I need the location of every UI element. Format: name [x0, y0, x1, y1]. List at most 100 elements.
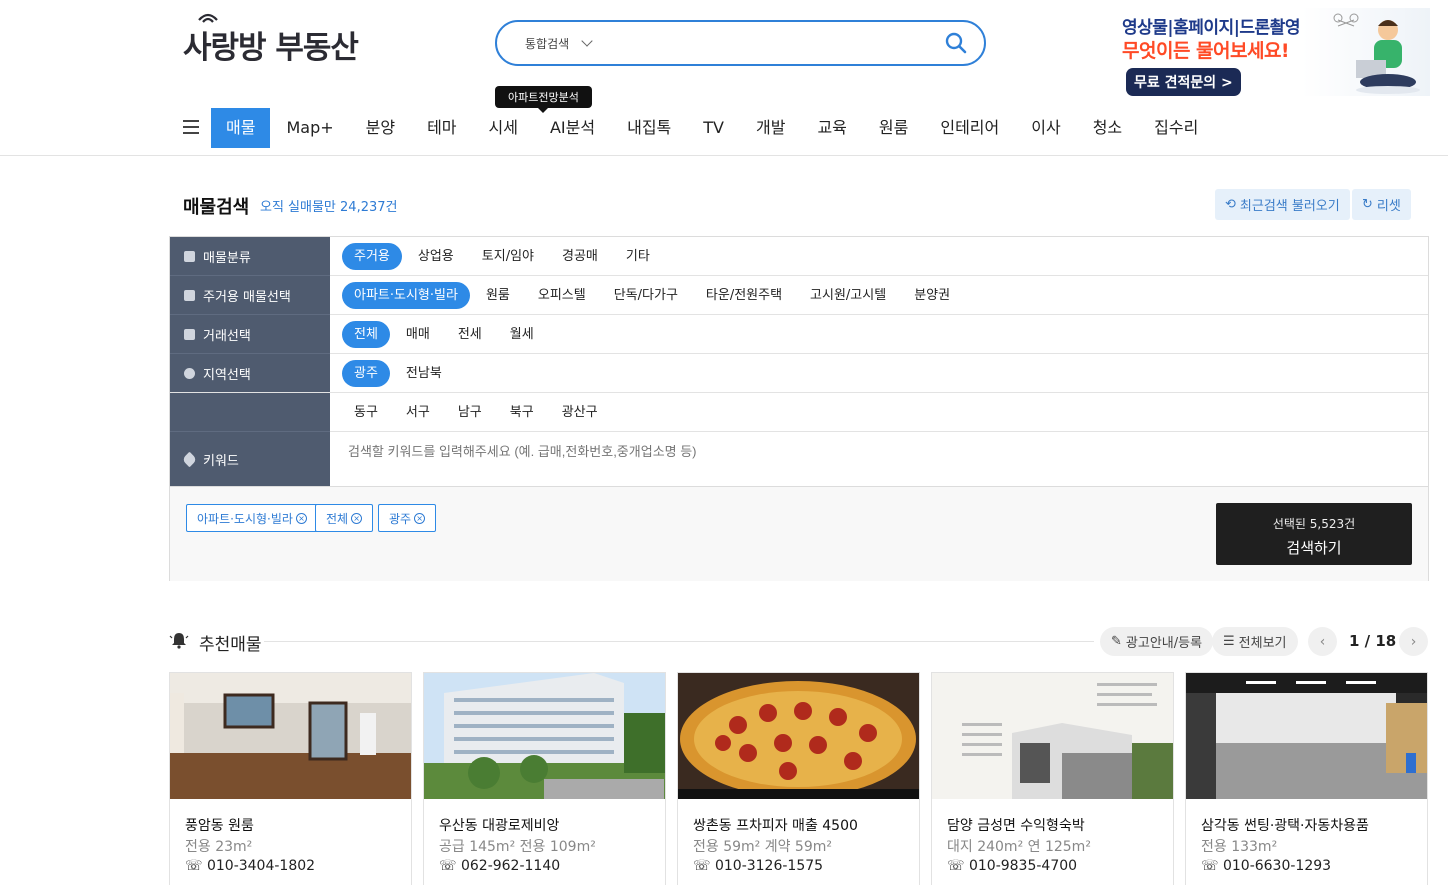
close-icon[interactable]: ×	[414, 512, 426, 524]
main-nav: 매물 Map+ 분양 테마 시세 AI분석 내집톡 TV 개발 교육 원룸 인테리어 이사 청소 집수리	[0, 108, 1448, 156]
filter-options: 전체 매매 전세 월세	[342, 321, 546, 348]
filter-option[interactable]: 남구	[446, 399, 494, 426]
nav-item[interactable]: 분양	[350, 108, 411, 148]
filter-option[interactable]: 기타	[614, 243, 662, 270]
filter-option[interactable]: 광산구	[550, 399, 610, 426]
filter-row: 주거용 매물선택 아파트·도시형·빌라 원룸 오피스텔 단독/다가구 타운/전원주택 고시원…	[170, 276, 1428, 315]
listing-title: 삼각동 썬팅·광택·자동차용품	[1201, 818, 1369, 834]
nav-item[interactable]: 시세	[473, 108, 534, 148]
close-icon[interactable]: ×	[351, 512, 363, 524]
filter-option[interactable]: 주거용	[342, 243, 402, 270]
filter-option[interactable]: 타운/전원주택	[694, 282, 794, 309]
nav-item[interactable]: Map+	[270, 108, 349, 148]
filter-option[interactable]: 서구	[394, 399, 442, 426]
nav-item[interactable]: 이사	[1015, 108, 1076, 148]
search-input[interactable]	[603, 35, 944, 51]
listing-card[interactable]: 우산동 대광로제비앙 공급 145m² 전용 109m² ☏ 062-962-114…	[423, 672, 666, 885]
nav-item[interactable]: 인테리어	[924, 108, 1015, 148]
filter-option[interactable]: 전체	[342, 321, 390, 348]
filter-row: 매물분류 주거용 상업용 토지/임야 경공매 기타	[170, 237, 1428, 276]
pencil-icon: ✎	[1111, 634, 1122, 649]
filter-option[interactable]: 토지/임야	[470, 243, 546, 270]
filter-option[interactable]: 원룸	[474, 282, 522, 309]
logo-main: 사랑방	[183, 29, 267, 66]
filter-chip[interactable]: 아파트·도시형·빌라 ×	[186, 504, 318, 532]
filter-options: 아파트·도시형·빌라 원룸 오피스텔 단독/다가구 타운/전원주택 고시원/고시텔 분양권	[342, 282, 962, 309]
site-logo[interactable]: 사랑방 부동산	[183, 13, 359, 70]
listing-phone: ☏ 010-3126-1575	[693, 858, 824, 874]
nav-item[interactable]: AI분석	[534, 108, 611, 148]
filter-option[interactable]: 단독/다가구	[602, 282, 690, 309]
nav-item[interactable]: 교육	[801, 108, 862, 148]
global-search: 통합검색	[495, 20, 986, 66]
listing-card[interactable]: 삼각동 썬팅·광택·자동차용품 전용 133m² ☏ 010-6630-1293	[1185, 672, 1428, 885]
filter-option[interactable]: 광주	[342, 360, 390, 387]
nav-item[interactable]: 원룸	[863, 108, 924, 148]
chevron-down-icon	[581, 35, 593, 47]
listing-photo	[932, 673, 1173, 799]
ad-info-button[interactable]: ✎ 광고안내/등록	[1100, 627, 1214, 656]
nav-item[interactable]: 내집톡	[611, 108, 687, 148]
filter-option[interactable]: 오피스텔	[526, 282, 598, 309]
filter-option[interactable]: 전남북	[394, 360, 454, 387]
listing-phone: ☏ 010-6630-1293	[1201, 858, 1332, 874]
listing-photo	[170, 673, 411, 799]
banner-cta-button[interactable]: 무료 견적문의 >	[1126, 68, 1241, 96]
listing-card[interactable]: 풍암동 원룸 전용 23m² ☏ 010-3404-1802	[169, 672, 412, 885]
prev-page-button[interactable]: ‹	[1308, 627, 1337, 656]
listing-photo	[678, 673, 919, 799]
filter-option[interactable]: 경공매	[550, 243, 610, 270]
building-icon	[184, 289, 195, 301]
nav-item[interactable]: 개발	[740, 108, 801, 148]
search-type-select[interactable]: 통합검색	[525, 35, 593, 52]
recent-search-button[interactable]: ⟲ 최근검색 불러오기	[1215, 189, 1350, 220]
next-page-button[interactable]: ›	[1399, 627, 1428, 656]
banner-line1: 영상물|홈페이지|드론촬영	[1122, 18, 1300, 38]
listing-spec: 전용 59m² 계약 59m²	[693, 839, 832, 855]
listing-title: 담양 금성면 수익형숙박	[947, 818, 1085, 834]
filter-chip[interactable]: 광주 ×	[378, 504, 437, 532]
view-all-button[interactable]: ☰ 전체보기	[1212, 627, 1298, 656]
filter-option[interactable]: 고시원/고시텔	[798, 282, 898, 309]
listing-card[interactable]: 쌍촌동 프차피자 매출 4500 전용 59m² 계약 59m² ☏ 010-312…	[677, 672, 920, 885]
filter-option[interactable]: 아파트·도시형·빌라	[342, 282, 470, 309]
signal-icon	[198, 13, 218, 23]
recent-search-label: 최근검색 불러오기	[1239, 199, 1340, 214]
filter-option[interactable]: 분양권	[902, 282, 962, 309]
phone-icon: ☏	[693, 858, 715, 874]
search-submit-button[interactable]: 선택된 5,523건 검색하기	[1216, 503, 1412, 565]
listing-photo	[424, 673, 665, 799]
listing-count: 오직 실매물만 24,237건	[260, 200, 398, 215]
listing-title: 쌍촌동 프차피자 매출 4500	[693, 818, 858, 834]
nav-item[interactable]: TV	[687, 108, 740, 148]
filter-panel: 매물분류 주거용 상업용 토지/임야 경공매 기타 주거용 매물선택 아파트·도시형·빌라 원룸…	[169, 236, 1429, 581]
tag-icon	[181, 451, 198, 467]
nav-item[interactable]: 매물	[211, 108, 271, 148]
compass-icon	[184, 368, 195, 379]
search-icon[interactable]	[944, 31, 968, 55]
listing-title: 풍암동 원룸	[185, 818, 254, 834]
nav-item[interactable]: 청소	[1077, 108, 1138, 148]
filter-option[interactable]: 월세	[498, 321, 546, 348]
listing-card[interactable]: 담양 금성면 수익형숙박 대지 240m² 연 125m² ☏ 010-9835-4…	[931, 672, 1174, 885]
page-indicator: 1 / 18	[1349, 632, 1397, 650]
filter-row-label: 주거용 매물선택	[170, 276, 330, 315]
filter-option[interactable]: 동구	[342, 399, 390, 426]
nav-item[interactable]: 집수리	[1138, 108, 1214, 148]
close-icon[interactable]: ×	[295, 512, 307, 524]
person-laptop-illustration	[1333, 13, 1420, 94]
filter-option[interactable]: 전세	[446, 321, 494, 348]
ad-banner[interactable]: 영상물|홈페이지|드론촬영 무엇이든 물어보세요! 무료 견적문의 >	[1110, 8, 1430, 96]
filter-option[interactable]: 매매	[394, 321, 442, 348]
keyword-label: 키워드	[170, 432, 330, 486]
filter-options: 주거용 상업용 토지/임야 경공매 기타	[342, 243, 662, 270]
cards-icon	[184, 328, 195, 340]
menu-icon[interactable]	[183, 120, 199, 134]
reset-button[interactable]: ↻ 리셋	[1352, 189, 1411, 220]
filter-option[interactable]: 북구	[498, 399, 546, 426]
keyword-input[interactable]	[348, 444, 948, 459]
phone-icon: ☏	[185, 858, 207, 874]
nav-item[interactable]: 테마	[411, 108, 472, 148]
filter-option[interactable]: 상업용	[406, 243, 466, 270]
filter-chip[interactable]: 전체 ×	[315, 504, 374, 532]
